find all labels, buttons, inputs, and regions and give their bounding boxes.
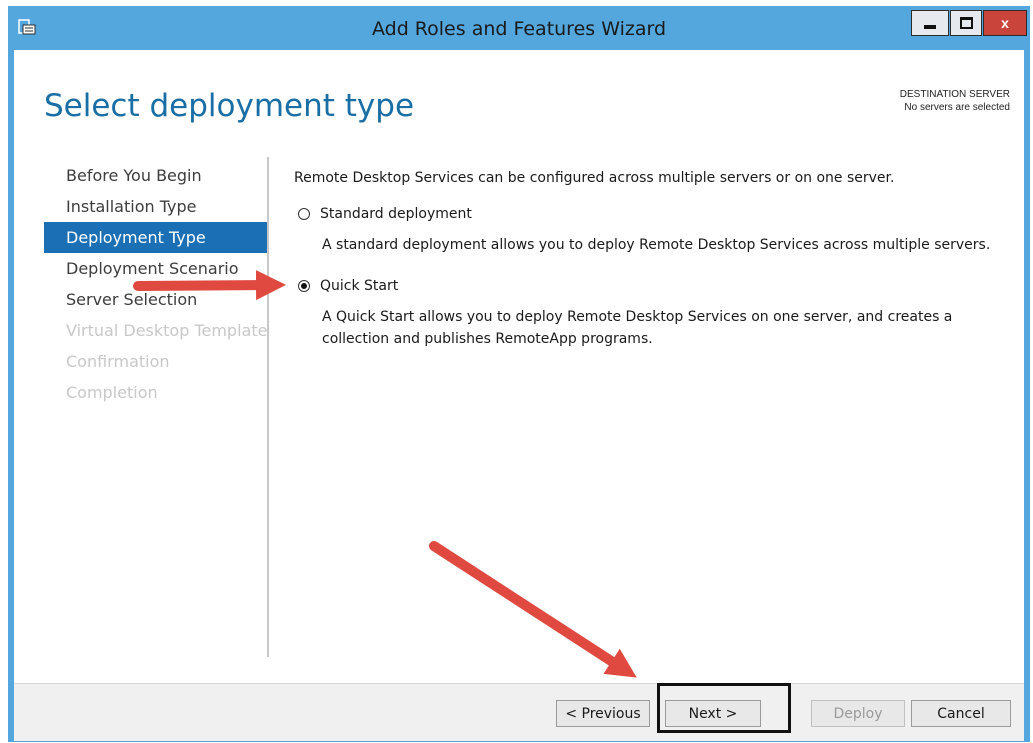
quick-start-description: A Quick Start allows you to deploy Remot… [322, 309, 953, 347]
standard-deployment-description: A standard deployment allows you to depl… [322, 237, 991, 253]
standard-deployment-label[interactable]: Standard deployment [320, 206, 472, 222]
close-button[interactable]: x [983, 10, 1027, 36]
wizard-footer: < Previous Next > Deploy Cancel [14, 683, 1024, 741]
minimize-icon [924, 25, 936, 29]
destination-label: DESTINATION SERVER [899, 89, 1010, 100]
nav-item-virtual-desktop-template: Virtual Desktop Template [66, 321, 268, 340]
nav-item-completion: Completion [66, 383, 158, 402]
quick-start-option[interactable]: Quick Start [298, 278, 398, 294]
close-icon: x [1001, 15, 1009, 31]
cancel-button[interactable]: Cancel [911, 700, 1011, 727]
nav-item-server-selection[interactable]: Server Selection [44, 284, 267, 315]
nav-item-deployment-type[interactable]: Deployment Type [44, 222, 267, 253]
standard-deployment-option[interactable]: Standard deployment [298, 206, 472, 222]
destination-value: No servers are selected [904, 102, 1010, 113]
previous-button[interactable]: < Previous [556, 700, 650, 727]
next-button-highlight [657, 683, 791, 733]
window-title: Add Roles and Features Wizard [371, 18, 667, 40]
radio-selected-dot [301, 283, 307, 289]
deploy-button: Deploy [811, 700, 905, 727]
destination-server: DESTINATION SERVER No servers are select… [900, 88, 1010, 114]
nav-item-confirmation: Confirmation [66, 352, 170, 371]
minimize-button[interactable] [911, 10, 949, 36]
nav-item-before-you-begin[interactable]: Before You Begin [44, 160, 267, 191]
nav-divider [267, 157, 269, 657]
wizard-window: Add Roles and Features Wizard x Select d… [8, 6, 1030, 742]
intro-text: Remote Desktop Services can be configure… [294, 170, 895, 186]
quick-start-label[interactable]: Quick Start [320, 278, 398, 294]
nav-item-installation-type[interactable]: Installation Type [44, 191, 267, 222]
standard-deployment-radio[interactable] [298, 208, 310, 220]
page-title: Select deployment type [44, 88, 415, 124]
title-bar[interactable]: Add Roles and Features Wizard x [8, 6, 1030, 50]
wizard-nav: Before You Begin Installation Type Deplo… [44, 160, 267, 408]
wizard-client-area: Select deployment type DESTINATION SERVE… [14, 50, 1024, 741]
maximize-button[interactable] [950, 10, 982, 36]
quick-start-radio[interactable] [298, 280, 310, 292]
nav-item-deployment-scenario[interactable]: Deployment Scenario [44, 253, 267, 284]
maximize-icon [959, 17, 973, 29]
